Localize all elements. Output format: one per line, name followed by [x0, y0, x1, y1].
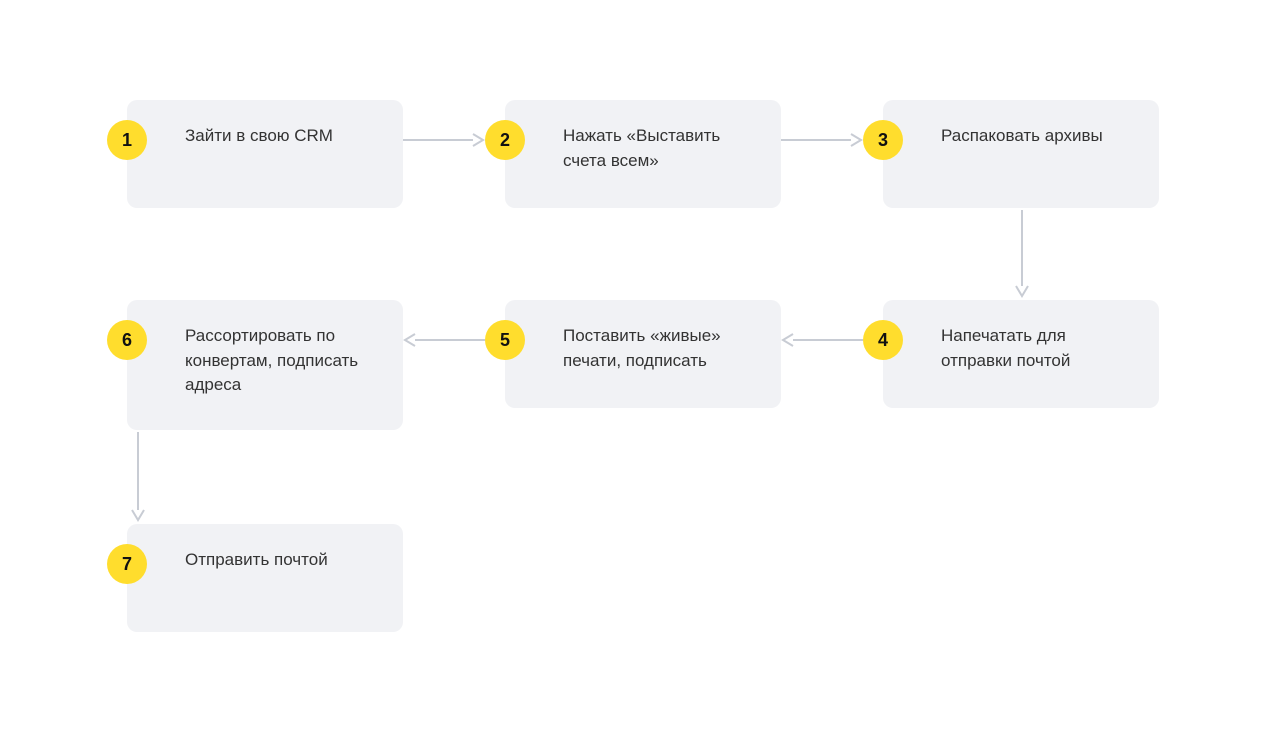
- step-text: Нажать «Выставить счета всем»: [563, 124, 753, 173]
- arrow-3-4: [1012, 210, 1032, 298]
- step-card-6: 6 Рассортировать по конвертам, подписать…: [127, 300, 403, 430]
- arrow-6-7: [128, 432, 148, 522]
- step-card-2: 2 Нажать «Выставить счета всем»: [505, 100, 781, 208]
- step-text: Отправить почтой: [185, 548, 375, 573]
- step-badge: 5: [485, 320, 525, 360]
- arrow-5-6: [403, 330, 485, 350]
- step-text: Напечатать для отправки почтой: [941, 324, 1131, 373]
- arrow-4-5: [781, 330, 863, 350]
- step-badge: 6: [107, 320, 147, 360]
- step-badge: 2: [485, 120, 525, 160]
- step-badge: 7: [107, 544, 147, 584]
- flow-diagram: 1 Зайти в свою CRM 2 Нажать «Выставить с…: [0, 0, 1280, 750]
- step-card-4: 4 Напечатать для отправки почтой: [883, 300, 1159, 408]
- step-badge: 1: [107, 120, 147, 160]
- step-text: Зайти в свою CRM: [185, 124, 375, 149]
- step-badge: 4: [863, 320, 903, 360]
- arrow-2-3: [781, 130, 863, 150]
- step-text: Поставить «живые» печати, подписать: [563, 324, 753, 373]
- step-card-7: 7 Отправить почтой: [127, 524, 403, 632]
- step-card-5: 5 Поставить «живые» печати, подписать: [505, 300, 781, 408]
- step-text: Рассортировать по конвертам, подписать а…: [185, 324, 375, 398]
- step-card-3: 3 Распаковать архивы: [883, 100, 1159, 208]
- step-text: Распаковать архивы: [941, 124, 1131, 149]
- arrow-1-2: [403, 130, 485, 150]
- step-badge: 3: [863, 120, 903, 160]
- step-card-1: 1 Зайти в свою CRM: [127, 100, 403, 208]
